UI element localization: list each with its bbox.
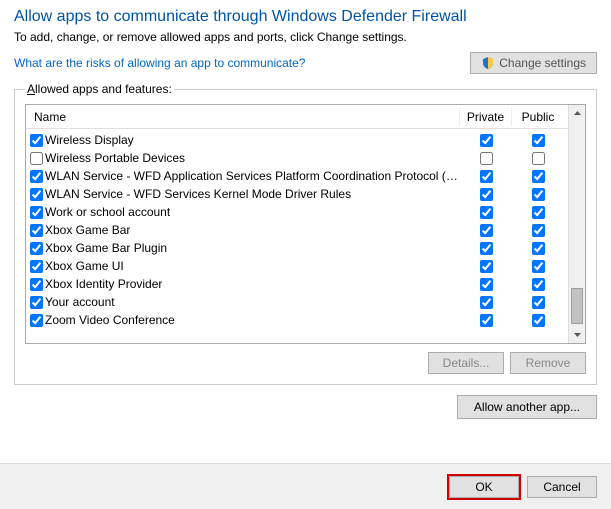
app-enabled-checkbox[interactable] [30, 134, 43, 147]
table-row[interactable]: Zoom Video Conference [26, 311, 568, 329]
change-settings-label: Change settings [499, 56, 586, 70]
public-checkbox[interactable] [532, 224, 545, 237]
app-enabled-checkbox[interactable] [30, 224, 43, 237]
footer: OK Cancel [0, 463, 611, 509]
shield-icon [481, 56, 495, 70]
app-enabled-checkbox[interactable] [30, 314, 43, 327]
public-checkbox[interactable] [532, 134, 545, 147]
scroll-thumb[interactable] [571, 288, 583, 324]
public-checkbox[interactable] [532, 170, 545, 183]
app-name-label: Xbox Game Bar [45, 223, 130, 237]
scroll-up-icon[interactable] [569, 105, 585, 122]
table-row[interactable]: Xbox Game Bar Plugin [26, 239, 568, 257]
scrollbar[interactable] [568, 105, 585, 343]
cancel-button[interactable]: Cancel [527, 476, 597, 498]
risks-link[interactable]: What are the risks of allowing an app to… [14, 56, 305, 70]
page-subtitle: To add, change, or remove allowed apps a… [14, 30, 597, 44]
scroll-down-icon[interactable] [569, 326, 585, 343]
private-checkbox[interactable] [480, 152, 493, 165]
public-checkbox[interactable] [532, 206, 545, 219]
table-row[interactable]: WLAN Service - WFD Application Services … [26, 167, 568, 185]
table-row[interactable]: Xbox Identity Provider [26, 275, 568, 293]
public-checkbox[interactable] [532, 314, 545, 327]
scroll-track[interactable] [569, 122, 585, 326]
private-checkbox[interactable] [480, 260, 493, 273]
ok-button[interactable]: OK [449, 476, 519, 498]
private-checkbox[interactable] [480, 134, 493, 147]
table-row[interactable]: WLAN Service - WFD Services Kernel Mode … [26, 185, 568, 203]
page-title: Allow apps to communicate through Window… [14, 8, 597, 26]
group-legend: Allowed apps and features: [25, 82, 174, 96]
table-row[interactable]: Wireless Display [26, 131, 568, 149]
col-name[interactable]: Name [30, 108, 460, 126]
table-row[interactable]: Xbox Game Bar [26, 221, 568, 239]
app-name-label: Wireless Display [45, 133, 134, 147]
table-row[interactable]: Wireless Portable Devices [26, 149, 568, 167]
private-checkbox[interactable] [480, 206, 493, 219]
allowed-apps-group: Allowed apps and features: Name Private … [14, 82, 597, 385]
app-enabled-checkbox[interactable] [30, 170, 43, 183]
list-header: Name Private Public [26, 105, 568, 129]
app-enabled-checkbox[interactable] [30, 260, 43, 273]
change-settings-button[interactable]: Change settings [470, 52, 597, 74]
app-enabled-checkbox[interactable] [30, 242, 43, 255]
app-name-label: Xbox Identity Provider [45, 277, 162, 291]
private-checkbox[interactable] [480, 296, 493, 309]
app-name-label: Work or school account [45, 205, 170, 219]
app-name-label: Xbox Game Bar Plugin [45, 241, 167, 255]
public-checkbox[interactable] [532, 152, 545, 165]
col-private[interactable]: Private [460, 108, 512, 126]
private-checkbox[interactable] [480, 242, 493, 255]
public-checkbox[interactable] [532, 296, 545, 309]
table-row[interactable]: Xbox Game UI [26, 257, 568, 275]
app-name-label: Zoom Video Conference [45, 313, 175, 327]
private-checkbox[interactable] [480, 170, 493, 183]
table-row[interactable]: Your account [26, 293, 568, 311]
col-public[interactable]: Public [512, 108, 564, 126]
public-checkbox[interactable] [532, 260, 545, 273]
details-button[interactable]: Details... [428, 352, 504, 374]
app-name-label: Xbox Game UI [45, 259, 124, 273]
apps-list: Name Private Public Wireless Display Wire… [25, 104, 586, 344]
private-checkbox[interactable] [480, 314, 493, 327]
app-name-label: WLAN Service - WFD Services Kernel Mode … [45, 187, 351, 201]
remove-button[interactable]: Remove [510, 352, 586, 374]
app-enabled-checkbox[interactable] [30, 206, 43, 219]
app-name-label: WLAN Service - WFD Application Services … [45, 169, 460, 183]
public-checkbox[interactable] [532, 278, 545, 291]
allow-another-app-button[interactable]: Allow another app... [457, 395, 597, 419]
table-row[interactable]: Work or school account [26, 203, 568, 221]
app-enabled-checkbox[interactable] [30, 188, 43, 201]
app-name-label: Your account [45, 295, 115, 309]
public-checkbox[interactable] [532, 188, 545, 201]
private-checkbox[interactable] [480, 224, 493, 237]
app-name-label: Wireless Portable Devices [45, 151, 185, 165]
app-enabled-checkbox[interactable] [30, 296, 43, 309]
public-checkbox[interactable] [532, 242, 545, 255]
app-enabled-checkbox[interactable] [30, 152, 43, 165]
private-checkbox[interactable] [480, 278, 493, 291]
app-enabled-checkbox[interactable] [30, 278, 43, 291]
private-checkbox[interactable] [480, 188, 493, 201]
